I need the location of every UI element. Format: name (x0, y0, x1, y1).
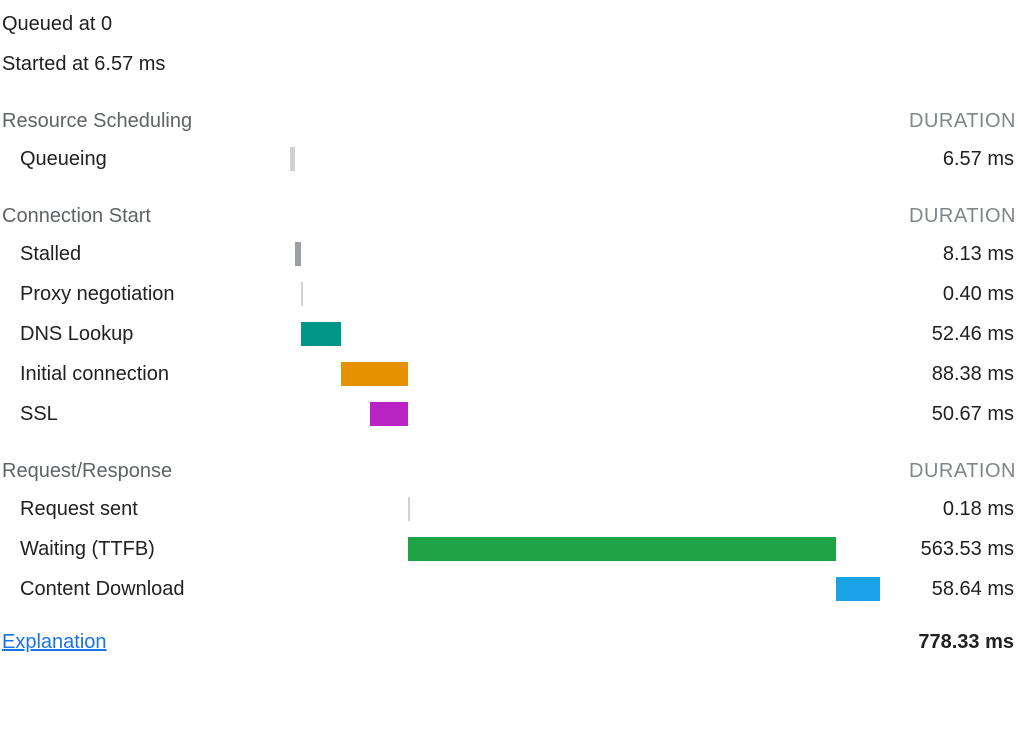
timing-row-label: Proxy negotiation (20, 283, 290, 306)
timing-row: Request sent 0.18 ms (0, 489, 1018, 529)
timing-bar (301, 322, 341, 346)
queued-at: Queued at 0 (0, 4, 1018, 44)
section-header: Resource Scheduling DURATION (0, 108, 1018, 139)
timing-row-value: 8.13 ms (880, 243, 1016, 266)
timing-row-value: 52.46 ms (880, 323, 1016, 346)
timing-bar (290, 147, 295, 171)
timing-bar (408, 497, 410, 521)
timing-row-label: Waiting (TTFB) (20, 538, 290, 561)
section-header: Request/Response DURATION (0, 458, 1018, 489)
timing-row: Waiting (TTFB) 563.53 ms (0, 529, 1018, 569)
section-header: Connection Start DURATION (0, 203, 1018, 234)
section-title: Request/Response (2, 460, 172, 483)
timing-bar (408, 537, 835, 561)
timing-row-label: Content Download (20, 578, 290, 601)
duration-heading: DURATION (909, 205, 1016, 228)
timing-sections: Resource Scheduling DURATION Queueing 6.57 … (0, 108, 1018, 609)
timing-row-value: 6.57 ms (880, 148, 1016, 171)
timing-row: Proxy negotiation 0.40 ms (0, 274, 1018, 314)
timing-bar (295, 242, 301, 266)
timing-row-label: Request sent (20, 498, 290, 521)
section-title: Resource Scheduling (2, 110, 192, 133)
timing-row: Queueing 6.57 ms (0, 139, 1018, 179)
timing-row: SSL 50.67 ms (0, 394, 1018, 434)
timing-bar (836, 577, 880, 601)
timing-bar-track (290, 497, 880, 521)
timing-row: Stalled 8.13 ms (0, 234, 1018, 274)
timing-row-value: 0.18 ms (880, 498, 1016, 521)
timing-bar-track (290, 282, 880, 306)
total-duration: 778.33 ms (918, 631, 1016, 654)
timing-bar-track (290, 362, 880, 386)
timing-footer: Explanation 778.33 ms (0, 631, 1018, 656)
timing-bar-track (290, 322, 880, 346)
section-title: Connection Start (2, 205, 151, 228)
timing-section: Resource Scheduling DURATION Queueing 6.57 … (0, 108, 1018, 179)
timing-bar-track (290, 147, 880, 171)
timing-row-value: 563.53 ms (880, 538, 1016, 561)
timing-row-value: 0.40 ms (880, 283, 1016, 306)
timing-row-label: Initial connection (20, 363, 290, 386)
timing-bar-track (290, 242, 880, 266)
timing-row-label: Stalled (20, 243, 290, 266)
timing-bar-track (290, 577, 880, 601)
duration-heading: DURATION (909, 110, 1016, 133)
explanation-link[interactable]: Explanation (2, 631, 107, 654)
timing-row-value: 58.64 ms (880, 578, 1016, 601)
timing-bar (301, 282, 303, 306)
timing-row: Initial connection 88.38 ms (0, 354, 1018, 394)
timing-row-value: 88.38 ms (880, 363, 1016, 386)
timing-bar (341, 362, 408, 386)
timing-row-label: SSL (20, 403, 290, 426)
timing-bar-track (290, 402, 880, 426)
timing-panel: Queued at 0 Started at 6.57 ms Resource … (0, 0, 1018, 656)
timing-row-value: 50.67 ms (880, 403, 1016, 426)
timing-row: DNS Lookup 52.46 ms (0, 314, 1018, 354)
duration-heading: DURATION (909, 460, 1016, 483)
timing-row-label: Queueing (20, 148, 290, 171)
timing-section: Connection Start DURATION Stalled 8.13 ms Pr… (0, 203, 1018, 434)
timing-section: Request/Response DURATION Request sent 0.18… (0, 458, 1018, 609)
timing-row-label: DNS Lookup (20, 323, 290, 346)
timing-row: Content Download 58.64 ms (0, 569, 1018, 609)
timing-bar-track (290, 537, 880, 561)
started-at: Started at 6.57 ms (0, 44, 1018, 84)
timing-bar (370, 402, 408, 426)
